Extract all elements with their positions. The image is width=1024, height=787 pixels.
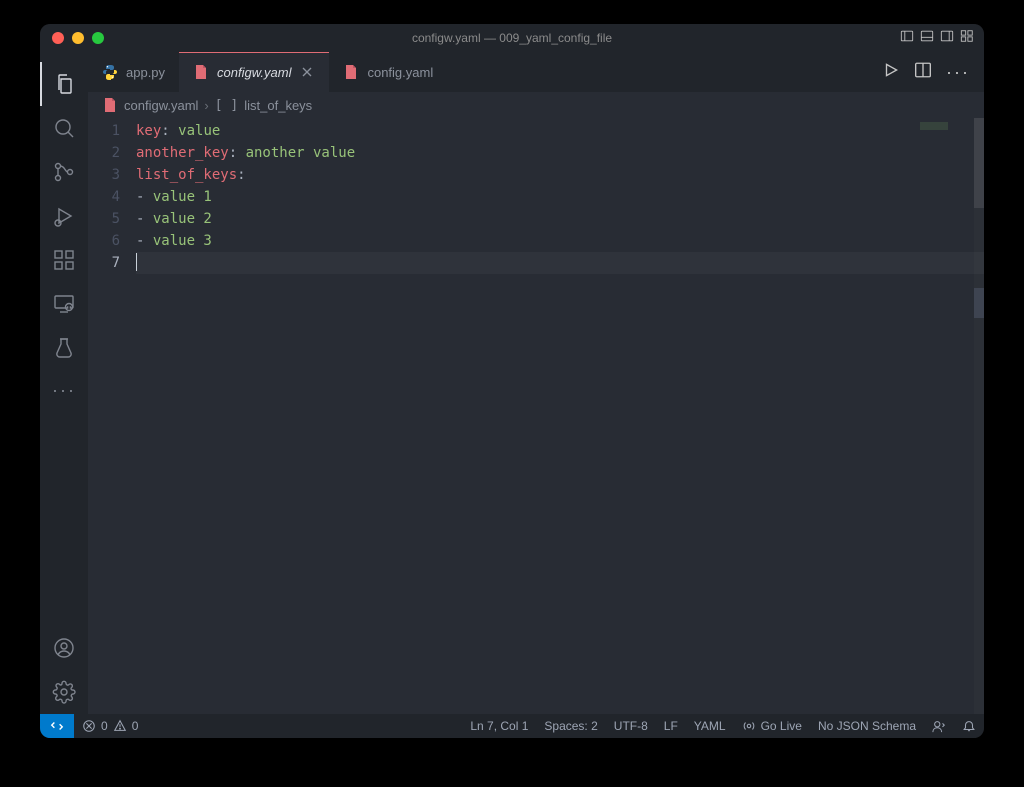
activity-bar: ···	[40, 52, 88, 714]
explorer-icon[interactable]	[40, 62, 88, 106]
python-icon	[102, 64, 118, 80]
close-tab-icon[interactable]	[299, 64, 315, 80]
tab-config-yaml[interactable]: config.yaml	[329, 52, 447, 92]
broadcast-icon	[742, 719, 756, 733]
go-live-button[interactable]: Go Live	[734, 719, 810, 733]
minimap-content	[920, 122, 948, 130]
line-number: 3	[88, 164, 120, 186]
editor-group: app.py configw.yaml config.yaml ···	[88, 52, 984, 714]
line-number: 2	[88, 142, 120, 164]
more-actions-icon[interactable]: ···	[946, 62, 970, 83]
code-content[interactable]: key: value another_key: another value li…	[136, 118, 984, 714]
run-debug-icon[interactable]	[40, 194, 88, 238]
line-number: 4	[88, 186, 120, 208]
array-symbol-icon: [ ]	[215, 98, 238, 113]
tab-configw-yaml[interactable]: configw.yaml	[179, 52, 329, 92]
minimize-window-button[interactable]	[72, 32, 84, 44]
overview-ruler-mark	[974, 288, 984, 318]
eol-button[interactable]: LF	[656, 719, 686, 733]
close-window-button[interactable]	[52, 32, 64, 44]
line-number: 7	[88, 252, 120, 274]
tab-label: config.yaml	[367, 65, 433, 80]
indent-button[interactable]: Spaces: 2	[536, 719, 605, 733]
tab-app-py[interactable]: app.py	[88, 52, 179, 92]
zoom-window-button[interactable]	[92, 32, 104, 44]
testing-icon[interactable]	[40, 326, 88, 370]
customize-layout-icon[interactable]	[960, 29, 974, 48]
search-icon[interactable]	[40, 106, 88, 150]
accounts-icon[interactable]	[40, 626, 88, 670]
language-mode-button[interactable]: YAML	[686, 719, 734, 733]
window-controls	[40, 32, 104, 44]
scrollbar-thumb[interactable]	[974, 118, 984, 208]
line-number: 6	[88, 230, 120, 252]
yaml-file-icon	[343, 64, 359, 80]
status-bar: 0 0 Ln 7, Col 1 Spaces: 2 UTF-8 LF YAML …	[40, 714, 984, 738]
split-editor-icon[interactable]	[914, 61, 932, 84]
text-cursor	[136, 253, 137, 271]
breadcrumb-file: configw.yaml	[124, 98, 198, 113]
vscode-window: configw.yaml — 009_yaml_config_file ···	[40, 24, 984, 738]
yaml-file-icon	[193, 64, 209, 80]
tab-label: configw.yaml	[217, 65, 291, 80]
settings-gear-icon[interactable]	[40, 670, 88, 714]
warning-icon	[113, 719, 127, 733]
minimap[interactable]	[914, 118, 984, 714]
source-control-icon[interactable]	[40, 150, 88, 194]
feedback-icon[interactable]	[924, 719, 954, 733]
cursor-position[interactable]: Ln 7, Col 1	[462, 719, 536, 733]
yaml-file-icon	[102, 97, 118, 113]
layout-controls	[900, 29, 984, 48]
remote-explorer-icon[interactable]	[40, 282, 88, 326]
editor-actions: ···	[882, 52, 984, 92]
line-number: 1	[88, 120, 120, 142]
remote-button[interactable]	[40, 714, 74, 738]
notifications-icon[interactable]	[954, 719, 984, 733]
toggle-panel-left-icon[interactable]	[900, 29, 914, 48]
tab-label: app.py	[126, 65, 165, 80]
chevron-right-icon: ›	[204, 98, 208, 113]
toggle-panel-right-icon[interactable]	[940, 29, 954, 48]
text-editor[interactable]: 1 2 3 4 5 6 7 key: value another_key: an…	[88, 118, 984, 714]
run-icon[interactable]	[882, 61, 900, 84]
encoding-button[interactable]: UTF-8	[606, 719, 656, 733]
error-icon	[82, 719, 96, 733]
problems-button[interactable]: 0 0	[74, 719, 146, 733]
title-bar: configw.yaml — 009_yaml_config_file	[40, 24, 984, 52]
json-schema-button[interactable]: No JSON Schema	[810, 719, 924, 733]
line-number-gutter: 1 2 3 4 5 6 7	[88, 118, 136, 714]
window-title: configw.yaml — 009_yaml_config_file	[40, 31, 984, 45]
line-number: 5	[88, 208, 120, 230]
breadcrumb[interactable]: configw.yaml › [ ] list_of_keys	[88, 92, 984, 118]
toggle-panel-bottom-icon[interactable]	[920, 29, 934, 48]
more-views-icon[interactable]: ···	[52, 370, 76, 410]
breadcrumb-symbol: list_of_keys	[244, 98, 312, 113]
tab-bar: app.py configw.yaml config.yaml ···	[88, 52, 984, 92]
extensions-icon[interactable]	[40, 238, 88, 282]
